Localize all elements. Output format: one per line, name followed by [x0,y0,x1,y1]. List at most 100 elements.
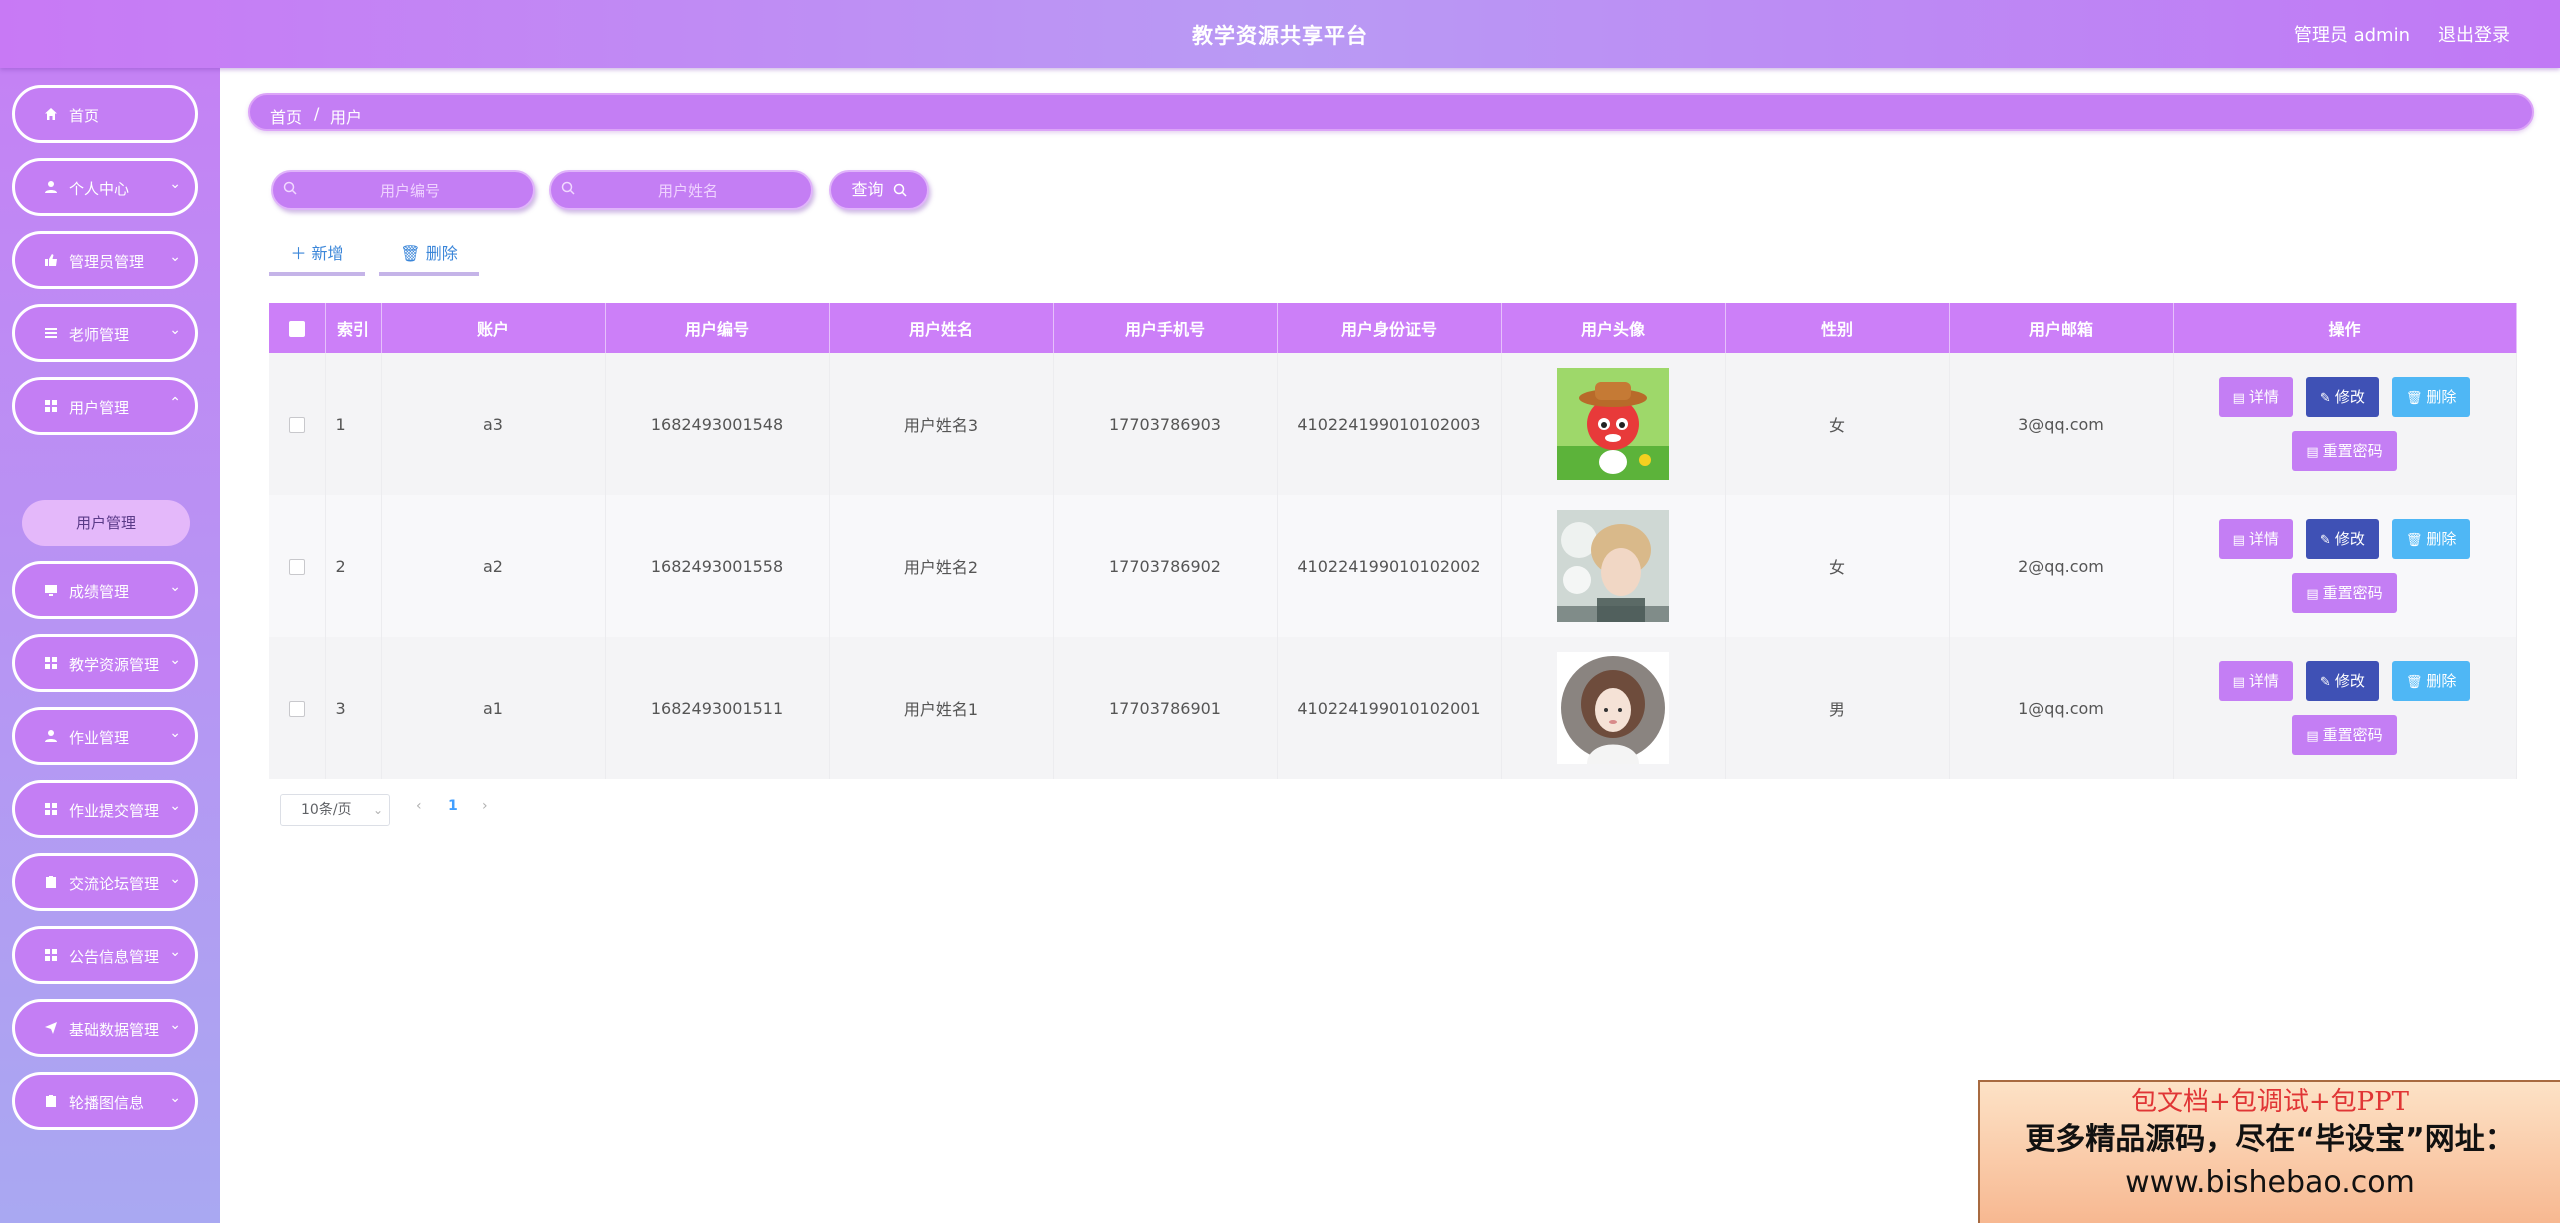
sidebar-item-admin-management[interactable]: 管理员管理 ⌄ [12,231,198,289]
pencil-icon: ✎ [2319,391,2331,406]
edit-button[interactable]: ✎ 修改 [2305,377,2379,417]
page-number-current[interactable]: 1 [448,794,458,818]
submenu-item-user-management[interactable]: 用户管理 [22,500,190,546]
breadcrumb-home[interactable]: 首页 [270,104,302,128]
breadcrumb-current: 用户 [330,108,363,127]
logout-link[interactable]: 退出登录 [2438,21,2510,47]
trash-icon: 🗑 [2405,391,2423,406]
user-icon [43,179,59,195]
detail-button-label: 详情 [2248,672,2279,690]
breadcrumb: 首页 / 用户 [248,93,2534,131]
sidebar-item-label: 作业提交管理 [69,802,160,820]
detail-button-label: 详情 [2248,388,2279,406]
cell-gender: 男 [1725,637,1950,779]
sidebar-item-carousel-info[interactable]: 轮播图信息 ⌄ [12,1072,198,1130]
sidebar-item-label: 管理员管理 [69,253,145,271]
sidebar-item-label: 成绩管理 [69,583,130,601]
cell-id-card: 410224199010102002 [1277,495,1502,637]
send-icon [43,1020,59,1036]
delete-button[interactable]: 🗑 删除 [2391,519,2471,559]
promo-line-2: 更多精品源码，尽在“毕设宝”网址： [2025,1122,2515,1157]
sidebar-item-teaching-resource-management[interactable]: 教学资源管理 ⌄ [12,634,198,692]
sidebar-item-home[interactable]: 首页 [12,85,198,143]
cell-account: a3 [381,353,606,495]
grid-icon [43,655,59,671]
column-header: 用户邮箱 [1949,303,2174,353]
cell-email: 3@qq.com [1949,353,2174,495]
document-icon: ▤ [2306,445,2319,460]
sidebar-item-forum-management[interactable]: 交流论坛管理 ⌄ [12,853,198,911]
edit-button[interactable]: ✎ 修改 [2305,661,2379,701]
cell-ops: ▤ 详情 ✎ 修改 🗑 删除 ▤ 重置密码 [2173,353,2517,495]
column-header: 账户 [381,303,606,353]
sidebar-item-user-management[interactable]: 用户管理 ⌃ [12,377,198,435]
chevron-down-icon: ⌄ [169,1017,181,1033]
reset-password-label: 重置密码 [2322,584,2383,602]
delete-button[interactable]: 🗑 删除 [2391,377,2471,417]
sidebar-item-teacher-management[interactable]: 老师管理 ⌄ [12,304,198,362]
detail-button[interactable]: ▤ 详情 [2218,377,2293,417]
row-checkbox[interactable] [288,701,305,717]
monitor-icon [43,582,59,598]
sidebar-item-score-management[interactable]: 成绩管理 ⌄ [12,561,198,619]
page-size-select[interactable]: 10条/页 ⌄ [280,794,390,826]
cell-id-card: 410224199010102001 [1277,637,1502,779]
edit-button-label: 修改 [2334,530,2365,548]
trash-icon: 🗑 [2405,675,2423,690]
select-all-checkbox[interactable] [288,321,305,337]
sidebar-item-personal-center[interactable]: 个人中心 ⌄ [12,158,198,216]
column-header: 用户头像 [1501,303,1726,353]
edit-button-label: 修改 [2334,672,2365,690]
cell-user-no: 1682493001558 [605,495,830,637]
edit-button-label: 修改 [2334,388,2365,406]
sidebar-item-label: 个人中心 [69,180,130,198]
chevron-down-icon: ⌄ [169,176,181,192]
current-user-label: 管理员 admin [2293,25,2410,46]
row-checkbox[interactable] [288,559,305,575]
list-icon [43,325,59,341]
sidebar-item-basic-data-management[interactable]: 基础数据管理 ⌄ [12,999,198,1057]
document-icon: ▤ [2232,675,2245,690]
add-button[interactable]: ＋ 新增 [269,240,365,276]
next-page-button[interactable]: › [482,794,488,818]
sidebar-item-announcement-management[interactable]: 公告信息管理 ⌄ [12,926,198,984]
user-no-input[interactable] [303,177,517,205]
sidebar-item-label: 公告信息管理 [69,948,160,966]
sidebar-item-homework-management[interactable]: 作业管理 ⌄ [12,707,198,765]
batch-delete-button[interactable]: 🗑 删除 [379,240,479,276]
chevron-down-icon: ⌄ [169,652,181,668]
detail-button[interactable]: ▤ 详情 [2218,661,2293,701]
chevron-down-icon: ⌄ [169,944,181,960]
column-header: 操作 [2173,303,2517,353]
delete-button[interactable]: 🗑 删除 [2391,661,2471,701]
column-header: 用户姓名 [829,303,1054,353]
cell-name: 用户姓名2 [829,495,1054,637]
user-no-search-box [271,170,535,210]
cell-index: 1 [325,353,382,495]
chevron-down-icon: ⌄ [169,579,181,595]
user-name-input[interactable] [581,177,795,205]
query-button-label: 查询 [851,180,884,199]
promo-line-3: www.bishebao.com [2125,1165,2415,1200]
trash-icon: 🗑 [2405,533,2423,548]
cell-name: 用户姓名1 [829,637,1054,779]
reset-password-button[interactable]: ▤ 重置密码 [2292,715,2397,755]
column-header: 性别 [1725,303,1950,353]
detail-button[interactable]: ▤ 详情 [2218,519,2293,559]
prev-page-button[interactable]: ‹ [416,794,422,818]
chevron-down-icon: ⌄ [169,1090,181,1106]
batch-delete-label: 删除 [425,244,458,263]
cell-email: 2@qq.com [1949,495,2174,637]
sidebar-item-homework-submission-management[interactable]: 作业提交管理 ⌄ [12,780,198,838]
row-checkbox[interactable] [288,417,305,433]
edit-button[interactable]: ✎ 修改 [2305,519,2379,559]
reset-password-button[interactable]: ▤ 重置密码 [2292,431,2397,471]
table-row: 3 a1 1682493001511 用户姓名1 17703786901 410… [269,637,2517,779]
breadcrumb-separator: / [314,104,320,123]
query-button[interactable]: 查询 [829,170,929,210]
cell-avatar [1501,495,1726,637]
reset-password-button[interactable]: ▤ 重置密码 [2292,573,2397,613]
girl-avatar [1557,652,1669,764]
column-header: 索引 [325,303,382,353]
reset-password-label: 重置密码 [2322,442,2383,460]
